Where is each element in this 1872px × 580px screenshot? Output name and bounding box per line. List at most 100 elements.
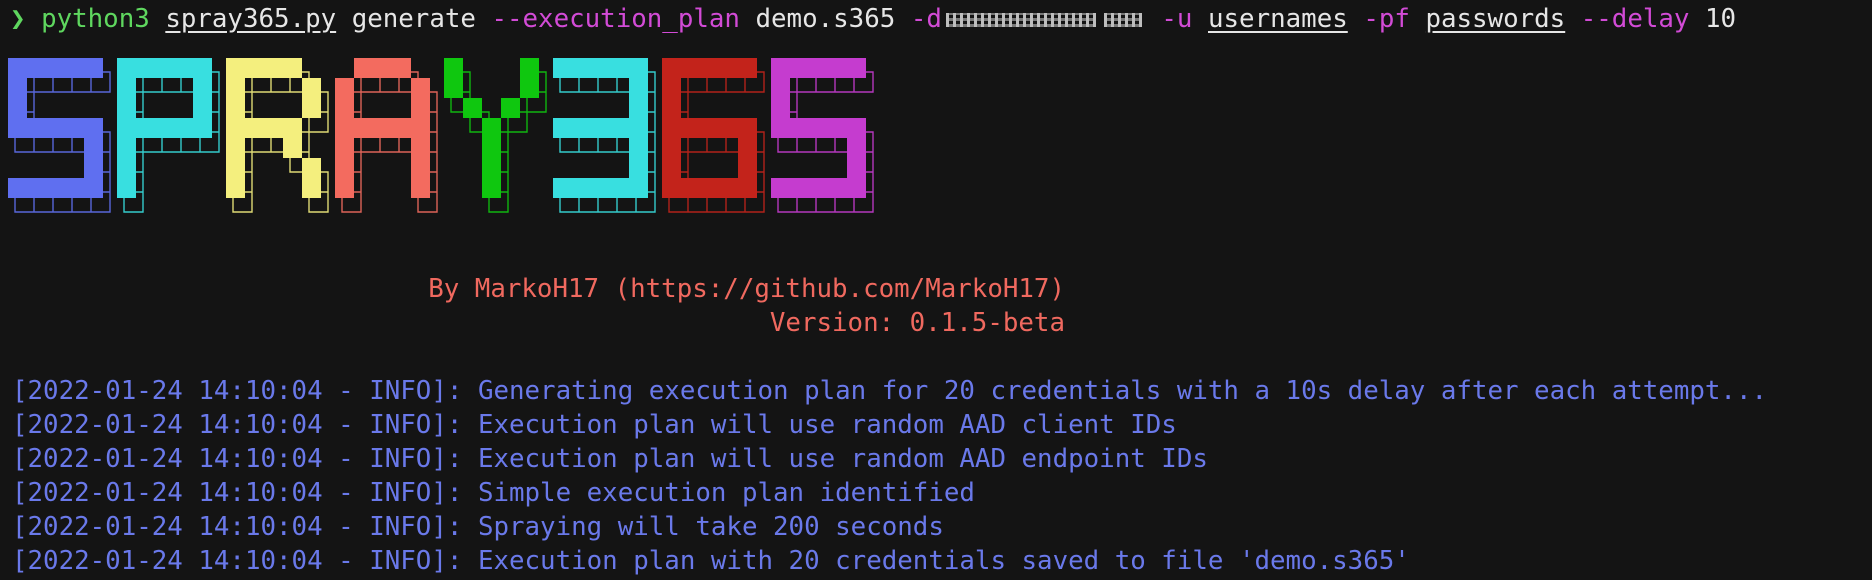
log-line: [2022-01-24 14:10:04 - INFO]: Simple exe… — [12, 476, 1767, 510]
banner-block — [117, 118, 136, 138]
command-line[interactable]: ❯ python3 spray365.py generate --executi… — [10, 2, 1736, 36]
banner-block — [245, 58, 264, 78]
banner-letter — [662, 58, 765, 213]
banner-block — [411, 158, 430, 178]
banner-block — [662, 138, 681, 158]
log-line: [2022-01-24 14:10:04 - INFO]: Execution … — [12, 544, 1767, 578]
banner-block — [572, 118, 591, 138]
banner-block — [629, 98, 648, 118]
banner-block — [226, 78, 245, 98]
banner-letter — [335, 58, 438, 213]
banner-block — [193, 58, 212, 78]
banner-block — [809, 178, 828, 198]
log-message: Execution plan with 20 credentials saved… — [477, 546, 1410, 576]
banner-block — [828, 118, 847, 138]
spray365-banner-logo — [8, 58, 874, 213]
banner-block — [610, 58, 629, 78]
banner-letter — [226, 58, 329, 213]
banner-block — [809, 118, 828, 138]
banner-block — [65, 118, 84, 138]
banner-block — [302, 158, 321, 178]
banner-block — [335, 158, 354, 178]
banner-block — [27, 118, 46, 138]
banner-block — [662, 78, 681, 98]
banner-block — [771, 78, 790, 98]
log-prefix: [2022-01-24 14:10:04 - INFO]: — [12, 410, 463, 440]
banner-block — [46, 118, 65, 138]
banner-block — [411, 138, 430, 158]
log-prefix: [2022-01-24 14:10:04 - INFO]: — [12, 546, 463, 576]
banner-block — [283, 138, 302, 158]
log-prefix: [2022-01-24 14:10:04 - INFO]: — [12, 512, 463, 542]
banner-block — [629, 118, 648, 138]
banner-block — [8, 118, 27, 138]
flag-domain: -d — [910, 4, 942, 34]
banner-block — [591, 118, 610, 138]
banner-block — [302, 98, 321, 118]
banner-block — [591, 58, 610, 78]
banner-block — [302, 178, 321, 198]
banner-block — [174, 58, 193, 78]
redacted-domain — [945, 12, 1096, 27]
banner-block — [46, 58, 65, 78]
banner-block — [700, 118, 719, 138]
banner-block — [790, 178, 809, 198]
banner-block — [373, 118, 392, 138]
banner-block — [681, 118, 700, 138]
banner-block — [65, 178, 84, 198]
banner-block — [373, 58, 392, 78]
banner-block — [553, 118, 572, 138]
banner-block — [411, 98, 430, 118]
banner-block — [482, 118, 501, 138]
banner-block — [8, 78, 27, 98]
banner-block — [117, 58, 136, 78]
banner-block — [629, 178, 648, 198]
banner-block — [591, 178, 610, 198]
banner-block — [27, 58, 46, 78]
banner-block — [771, 118, 790, 138]
log-message: Generating execution plan for 20 credent… — [477, 376, 1768, 406]
banner-block — [444, 58, 463, 78]
banner-block — [335, 138, 354, 158]
banner-block — [771, 98, 790, 118]
banner-block — [771, 178, 790, 198]
command-program: python3 — [41, 4, 150, 34]
banner-block — [8, 58, 27, 78]
banner-block — [84, 158, 103, 178]
banner-block — [662, 98, 681, 118]
banner-block — [700, 58, 719, 78]
banner-block — [572, 58, 591, 78]
banner-block — [155, 118, 174, 138]
banner-block — [264, 118, 283, 138]
log-line: [2022-01-24 14:10:04 - INFO]: Execution … — [12, 442, 1767, 476]
arg-plan-file: demo.s365 — [755, 4, 896, 34]
log-message: Execution plan will use random AAD clien… — [477, 410, 1177, 440]
banner-block — [411, 78, 430, 98]
banner-block — [629, 58, 648, 78]
banner-letter — [8, 58, 111, 213]
banner-block — [392, 58, 411, 78]
banner-block — [354, 118, 373, 138]
flag-users: -u — [1161, 4, 1193, 34]
arg-delay: 10 — [1705, 4, 1737, 34]
banner-block — [700, 178, 719, 198]
banner-block — [392, 118, 411, 138]
banner-letter — [553, 58, 656, 213]
banner-block — [553, 178, 572, 198]
banner-block — [226, 138, 245, 158]
banner-block — [136, 58, 155, 78]
flag-passwords: -pf — [1363, 4, 1410, 34]
banner-block — [553, 58, 572, 78]
banner-block — [411, 118, 430, 138]
banner-block — [790, 118, 809, 138]
banner-block — [117, 178, 136, 198]
banner-block — [8, 178, 27, 198]
banner-block — [847, 118, 866, 138]
banner-block — [226, 58, 245, 78]
banner-block — [193, 78, 212, 98]
banner-letter — [771, 58, 874, 213]
banner-block — [662, 118, 681, 138]
banner-block — [8, 98, 27, 118]
flag-delay: --delay — [1580, 4, 1690, 34]
banner-block — [482, 178, 501, 198]
